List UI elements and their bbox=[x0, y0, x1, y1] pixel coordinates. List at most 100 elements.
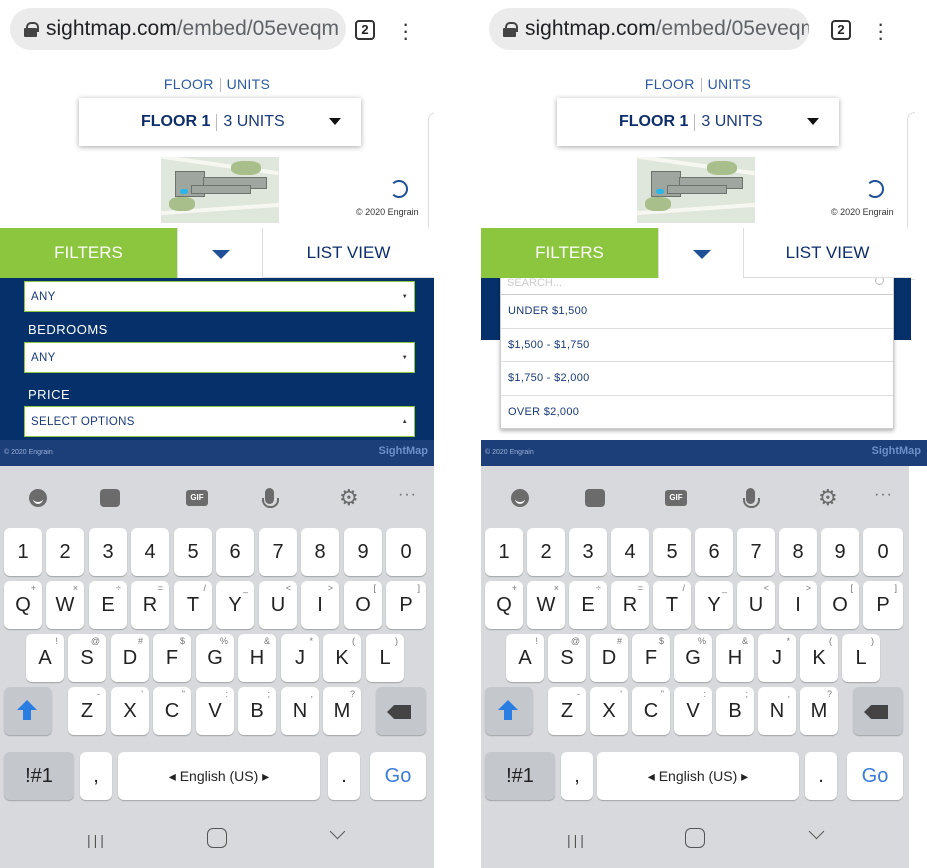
key-t[interactable]: / T bbox=[653, 581, 691, 629]
key-1[interactable]: 1 bbox=[485, 528, 523, 576]
settings-gear-icon[interactable]: ⚙ bbox=[339, 487, 359, 509]
tab-floor[interactable]: FLOOR bbox=[645, 76, 695, 92]
tab-switcher-button[interactable]: 2 bbox=[355, 20, 375, 40]
space-bar[interactable]: ◂ English (US) ▸ bbox=[118, 752, 320, 800]
key-d[interactable]: # D bbox=[590, 634, 628, 682]
price-option[interactable]: UNDER $1,500 bbox=[501, 295, 893, 329]
shift-key[interactable] bbox=[4, 687, 52, 735]
key-b[interactable]: ; B bbox=[238, 687, 276, 735]
gif-icon[interactable]: GIF bbox=[665, 490, 687, 506]
key-p[interactable]: ] P bbox=[386, 581, 426, 629]
period-key[interactable]: . bbox=[328, 752, 360, 800]
key-i[interactable]: > I bbox=[301, 581, 339, 629]
key-r[interactable]: = R bbox=[611, 581, 649, 629]
key-t[interactable]: / T bbox=[174, 581, 212, 629]
key-8[interactable]: 8 bbox=[301, 528, 339, 576]
key-3[interactable]: 3 bbox=[569, 528, 607, 576]
tab-units[interactable]: UNITS bbox=[227, 76, 271, 92]
symbols-key[interactable]: !#1 bbox=[4, 752, 74, 800]
go-key[interactable]: Go bbox=[370, 752, 426, 800]
comma-key[interactable]: , bbox=[561, 752, 593, 800]
url-bar[interactable]: sightmap.com/embed/05eveqm bbox=[489, 8, 809, 50]
key-z[interactable]: -Z bbox=[68, 687, 106, 735]
price-option[interactable]: $1,500 - $1,750 bbox=[501, 329, 893, 362]
key-g[interactable]: % G bbox=[674, 634, 712, 682]
list-view-button[interactable]: LIST VIEW bbox=[744, 228, 911, 278]
emoji-icon[interactable] bbox=[511, 489, 529, 507]
key-9[interactable]: 9 bbox=[821, 528, 859, 576]
key-n[interactable]: ,N bbox=[281, 687, 319, 735]
key-a[interactable]: ! A bbox=[506, 634, 544, 682]
key-l[interactable]: ) L bbox=[366, 634, 404, 682]
key-v[interactable]: :V bbox=[196, 687, 234, 735]
menu-kebab-icon[interactable]: · · · bbox=[402, 13, 409, 49]
recent-apps-icon[interactable]: ||| bbox=[567, 832, 587, 848]
filters-button[interactable]: FILTERS bbox=[481, 228, 658, 278]
key-m[interactable]: ? M bbox=[323, 687, 361, 735]
key-r[interactable]: = R bbox=[131, 581, 169, 629]
tab-units[interactable]: UNITS bbox=[708, 76, 752, 92]
key-1[interactable]: 1 bbox=[4, 528, 42, 576]
filters-button[interactable]: FILTERS bbox=[0, 228, 177, 278]
key-7[interactable]: 7 bbox=[737, 528, 775, 576]
key-h[interactable]: & H bbox=[238, 634, 276, 682]
key-s[interactable]: @ S bbox=[68, 634, 106, 682]
key-f[interactable]: $ F bbox=[153, 634, 191, 682]
recent-apps-icon[interactable]: ||| bbox=[87, 832, 107, 848]
bedrooms-select[interactable]: ANY ▼ bbox=[24, 342, 415, 373]
first-filter-select[interactable]: ANY ▼ bbox=[24, 281, 415, 312]
key-6[interactable]: 6 bbox=[695, 528, 733, 576]
key-v[interactable]: :V bbox=[674, 687, 712, 735]
price-select[interactable]: SELECT OPTIONS ▲ bbox=[24, 406, 415, 437]
key-b[interactable]: ; B bbox=[716, 687, 754, 735]
backspace-key[interactable] bbox=[853, 687, 903, 735]
price-option[interactable]: OVER $2,000 bbox=[501, 396, 893, 430]
key-f[interactable]: $ F bbox=[632, 634, 670, 682]
key-u[interactable]: < U bbox=[259, 581, 297, 629]
key-w[interactable]: × W bbox=[527, 581, 565, 629]
key-s[interactable]: @ S bbox=[548, 634, 586, 682]
key-a[interactable]: ! A bbox=[26, 634, 64, 682]
url-bar[interactable]: sightmap.com/embed/05eveqm bbox=[10, 8, 346, 50]
site-map-thumbnail[interactable] bbox=[161, 157, 279, 223]
key-x[interactable]: ' X bbox=[111, 687, 149, 735]
backspace-key[interactable] bbox=[376, 687, 426, 735]
key-c[interactable]: " C bbox=[153, 687, 191, 735]
key-z[interactable]: -Z bbox=[548, 687, 586, 735]
refresh-icon[interactable] bbox=[390, 180, 408, 198]
key-l[interactable]: ) L bbox=[842, 634, 880, 682]
gif-icon[interactable]: GIF bbox=[186, 490, 208, 506]
back-icon[interactable] bbox=[808, 823, 825, 840]
key-e[interactable]: ÷ E bbox=[89, 581, 127, 629]
price-option[interactable]: $1,750 - $2,000 bbox=[501, 362, 893, 396]
settings-gear-icon[interactable]: ⚙ bbox=[818, 487, 838, 509]
key-x[interactable]: ' X bbox=[590, 687, 628, 735]
key-5[interactable]: 5 bbox=[653, 528, 691, 576]
microphone-icon[interactable] bbox=[743, 488, 760, 508]
menu-kebab-icon[interactable]: · · · bbox=[877, 13, 884, 49]
microphone-icon[interactable] bbox=[262, 488, 279, 508]
key-p[interactable]: ] P bbox=[863, 581, 903, 629]
key-o[interactable]: [O bbox=[344, 581, 382, 629]
key-7[interactable]: 7 bbox=[259, 528, 297, 576]
floor-select[interactable]: FLOOR 1 3 UNITS bbox=[79, 98, 361, 146]
key-w[interactable]: × W bbox=[46, 581, 84, 629]
key-k[interactable]: (K bbox=[800, 634, 838, 682]
sticker-icon[interactable] bbox=[100, 489, 120, 507]
key-c[interactable]: " C bbox=[632, 687, 670, 735]
back-icon[interactable] bbox=[329, 823, 346, 840]
home-icon[interactable] bbox=[207, 828, 227, 848]
key-d[interactable]: # D bbox=[111, 634, 149, 682]
key-0[interactable]: 0 bbox=[863, 528, 903, 576]
more-icon[interactable]: ··· bbox=[398, 486, 417, 510]
key-2[interactable]: 2 bbox=[46, 528, 84, 576]
key-h[interactable]: & H bbox=[716, 634, 754, 682]
refresh-icon[interactable] bbox=[866, 180, 884, 198]
key-u[interactable]: < U bbox=[737, 581, 775, 629]
key-k[interactable]: (K bbox=[323, 634, 361, 682]
key-4[interactable]: 4 bbox=[611, 528, 649, 576]
sticker-icon[interactable] bbox=[585, 489, 605, 507]
key-m[interactable]: ? M bbox=[800, 687, 838, 735]
key-3[interactable]: 3 bbox=[89, 528, 127, 576]
key-2[interactable]: 2 bbox=[527, 528, 565, 576]
